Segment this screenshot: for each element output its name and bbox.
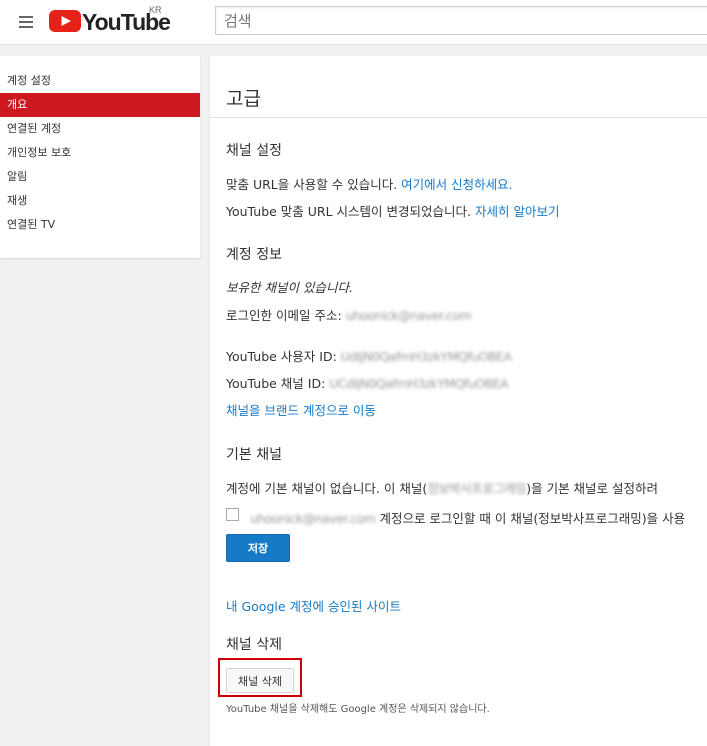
default-channel-name: 정보박사프로그래밍 [427,481,527,496]
account-info-heading: 계정 정보 [226,247,282,263]
url-system-line: YouTube 맞춤 URL 시스템이 변경되었습니다. 자세히 알아보기 [226,201,559,220]
default-channel-text-after: )을 기본 채널로 설정하려 [526,481,659,496]
user-id-value: UdIjN0QafmH3zkYMQfuOBEA [340,349,512,364]
user-id-line: YouTube 사용자 ID: UdIjN0QafmH3zkYMQfuOBEA [226,346,512,365]
sidebar-item-overview[interactable]: 개요 [0,93,200,117]
custom-url-apply-link[interactable]: 여기에서 신청하세요. [401,177,512,192]
email-value: uhoonick@naver.com [345,308,472,323]
google-authorized-sites-link[interactable]: 내 Google 계정에 승인된 사이트 [226,596,401,615]
settings-sidebar: 계정 설정 개요 연결된 계정 개인정보 보호 알림 재생 연결된 TV [0,56,200,258]
sidebar-item-account-settings[interactable]: 계정 설정 [0,69,200,93]
delete-channel-heading: 채널 삭제 [226,637,282,653]
delete-channel-button[interactable]: 채널 삭제 [226,668,294,693]
sidebar-item-connected-accounts[interactable]: 연결된 계정 [0,117,200,141]
channel-id-label: YouTube 채널 ID: [226,376,330,391]
logo-region: KR [149,5,162,15]
youtube-play-icon [49,10,81,32]
brand-account-line: 채널을 브랜드 계정으로 이동 [226,400,376,419]
sidebar-item-notifications[interactable]: 알림 [0,165,200,189]
learn-more-link[interactable]: 자세히 알아보기 [475,204,559,219]
advanced-settings-panel: 고급 채널 설정 맞춤 URL을 사용할 수 있습니다. 여기에서 신청하세요.… [210,56,707,746]
masthead: YouTube KR [0,0,707,45]
sidebar-item-playback[interactable]: 재생 [0,189,200,213]
menu-icon[interactable] [19,16,33,28]
channel-id-line: YouTube 채널 ID: UCdIjN0QafmH3zkYMQfuOBEA [226,373,509,392]
custom-url-line: 맞춤 URL을 사용할 수 있습니다. 여기에서 신청하세요. [226,174,513,193]
delete-channel-note: YouTube 채널을 삭제해도 Google 계정은 삭제되지 않습니다. [226,704,490,715]
custom-url-text: 맞춤 URL을 사용할 수 있습니다. [226,177,402,192]
channel-settings-heading: 채널 설정 [226,143,282,159]
email-line: 로그인한 이메일 주소: uhoonick@naver.com [226,305,472,324]
page-title: 고급 [226,88,261,110]
sidebar-item-connected-tv[interactable]: 연결된 TV [0,213,200,237]
default-channel-text: 계정에 기본 채널이 없습니다. 이 채널(정보박사프로그래밍)을 기본 채널로… [226,478,658,497]
move-to-brand-account-link[interactable]: 채널을 브랜드 계정으로 이동 [226,403,376,418]
checkbox-label: uhoonick@naver.com 계정으로 로그인할 때 이 채널(정보박사… [250,508,685,527]
save-button[interactable]: 저장 [226,534,290,562]
sidebar-item-privacy[interactable]: 개인정보 보호 [0,141,200,165]
use-channel-checkbox[interactable] [226,508,239,521]
user-id-label: YouTube 사용자 ID: [226,349,341,364]
default-channel-text-before: 계정에 기본 채널이 없습니다. 이 채널( [226,481,428,496]
has-channel-text: 보유한 채널이 있습니다. [226,280,353,295]
url-system-text: YouTube 맞춤 URL 시스템이 변경되었습니다. [226,204,475,219]
email-label: 로그인한 이메일 주소: [226,308,346,323]
default-channel-heading: 기본 채널 [226,447,282,463]
checkbox-email: uhoonick@naver.com [250,511,376,526]
title-divider [210,117,707,118]
channel-id-value: UCdIjN0QafmH3zkYMQfuOBEA [329,376,509,391]
search-input[interactable] [215,6,707,35]
checkbox-text: 계정으로 로그인할 때 이 채널(정보박사프로그래밍)을 사용 [375,511,686,526]
